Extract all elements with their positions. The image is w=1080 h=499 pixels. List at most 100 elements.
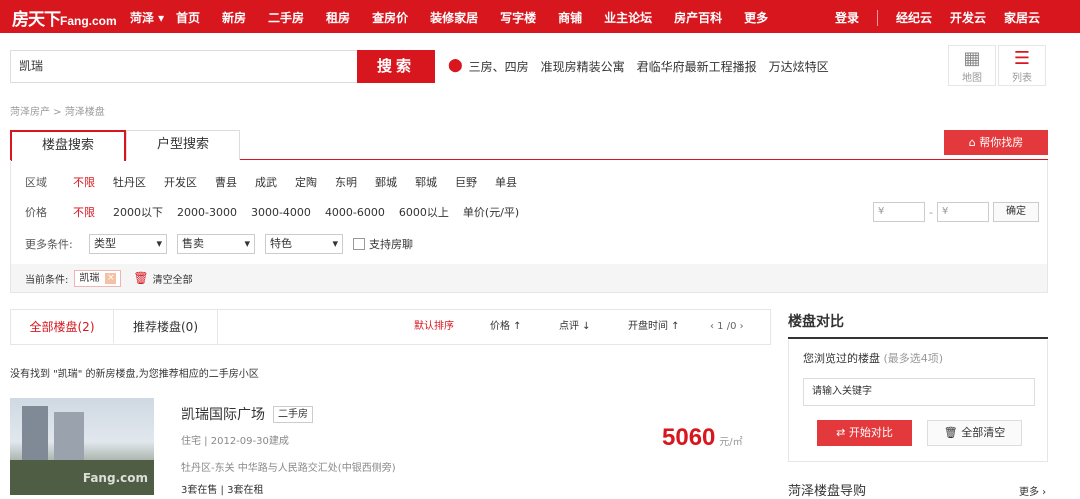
hot-keyword[interactable]: 三房、四房 [469,58,529,75]
area-option[interactable]: 开发区 [164,174,197,190]
clear-compare-button[interactable]: 🗑 全部清空 [927,420,1022,446]
project-price: 5060 元/㎡ [662,424,743,452]
dev-cloud-link[interactable]: 开发云 [950,9,986,26]
area-option[interactable]: 单县 [495,174,517,190]
search-input[interactable]: 凯瑞 [10,50,357,83]
fangliao-checkbox[interactable] [353,238,365,250]
more-filter: 更多条件: 类型 售卖 特色 支持房聊 [25,234,413,254]
nav-item-new-house[interactable]: 新房 [222,9,246,26]
price-option[interactable]: 不限 [73,204,95,220]
nav-item-second-hand[interactable]: 二手房 [268,9,304,26]
project-counts[interactable]: 3套在售 | 3套在租 [181,481,263,496]
price-unit-option[interactable]: 单价(元/平) [463,204,519,220]
price-option[interactable]: 6000以上 [399,204,449,220]
type-select[interactable]: 类型 [89,234,167,254]
price-option[interactable]: 2000以下 [113,204,163,220]
hot-keyword[interactable]: 万达炫特区 [769,58,829,75]
login-link[interactable]: 登录 [835,9,859,26]
right-nav: 登录 经纪云 开发云 家居云 [817,9,1040,26]
area-option[interactable]: 牡丹区 [113,174,146,190]
map-view-button[interactable]: ▦ 地图 [948,45,996,86]
nav-item-shop[interactable]: 商铺 [558,9,582,26]
tab-all-projects[interactable]: 全部楼盘(2) [11,310,114,344]
breadcrumb[interactable]: 菏泽房产 > 菏泽楼盘 [10,103,105,118]
agent-cloud-link[interactable]: 经纪云 [896,9,932,26]
nav-item-more[interactable]: 更多 [744,9,768,26]
condition-tag: 凯瑞 × [74,269,122,287]
tab-recommended[interactable]: 推荐楼盘(0) [114,310,218,344]
price-option[interactable]: 4000-6000 [325,206,385,219]
pager[interactable]: ‹ 1 /0 › [710,310,744,344]
tab-project-search[interactable]: 楼盘搜索 [10,130,126,161]
search-button[interactable]: 搜索 [357,50,435,83]
fangliao-label: 支持房聊 [369,238,413,251]
area-option[interactable]: 不限 [73,174,95,190]
hot-keyword[interactable]: 君临华府最新工程播报 [637,58,757,75]
area-option[interactable]: 定陶 [295,174,317,190]
project-name[interactable]: 凯瑞国际广场 [181,404,265,424]
close-icon[interactable]: × [105,272,117,284]
area-option[interactable]: 东明 [335,174,357,190]
nav-divider [876,10,878,26]
site-logo[interactable]: 房天下Fang.com [12,5,117,30]
top-nav-bar: 房天下Fang.com 菏泽 ▾ 首页 新房 二手房 租房 查房价 装修家居 写… [0,0,1080,33]
compare-hint: (最多选4项) [883,352,944,365]
list-view-button[interactable]: ☰ 列表 [998,45,1046,86]
project-type: 住宅 | 2012-09-30建成 [181,436,289,447]
thumbnail-watermark: Fang.com [82,471,148,485]
price-value: 5060 [662,424,716,451]
map-icon: ▦ [963,48,981,69]
nav-item-home[interactable]: 首页 [176,9,200,26]
area-option[interactable]: 郓城 [415,174,437,190]
condition-tag-label: 凯瑞 [79,272,100,284]
search-row: 凯瑞 搜索 ⬤ 三房、四房 准现房精装公寓 君临华府最新工程播报 万达炫特区 ▦… [0,45,1080,90]
price-label: 价格 [25,206,47,219]
area-label: 区域 [25,176,47,189]
search-tabs: 楼盘搜索 户型搜索 ⌂ 帮你找房 [10,130,1048,161]
sort-default[interactable]: 默认排序 [414,310,454,344]
area-option[interactable]: 巨野 [455,174,477,190]
compare-subtitle: 您浏览过的楼盘 (最多选4项) [803,350,943,366]
area-option[interactable]: 成武 [255,174,277,190]
tab-layout-search[interactable]: 户型搜索 [126,130,240,160]
list-icon: ☰ [1013,48,1031,69]
filter-panel: 区域 不限 牡丹区 开发区 曹县 成武 定陶 东明 鄄城 郓城 巨野 单县 价格… [10,160,1048,293]
price-range-dash: - [929,205,933,219]
guide-more-link[interactable]: 更多 › [1019,483,1046,498]
nav-item-decor[interactable]: 装修家居 [430,9,478,26]
trash-icon[interactable]: 🗑 [133,271,148,285]
sale-select[interactable]: 售卖 [177,234,255,254]
start-compare-button[interactable]: ⇄ 开始对比 [817,420,912,446]
price-filter: 价格 不限 2000以下 2000-3000 3000-4000 4000-60… [25,204,537,220]
feature-select[interactable]: 特色 [265,234,343,254]
sort-score[interactable]: 点评 ↓ [559,310,591,344]
city-selector[interactable]: 菏泽 ▾ [130,9,164,26]
help-find-button[interactable]: ⌂ 帮你找房 [944,130,1048,155]
compare-keyword-input[interactable]: 请输入关键字 [803,378,1035,406]
home-cloud-link[interactable]: 家居云 [1004,9,1040,26]
nav-item-forum[interactable]: 业主论坛 [604,9,652,26]
hot-keyword[interactable]: 准现房精装公寓 [541,58,625,75]
project-thumbnail[interactable]: Fang.com [10,398,154,495]
area-option[interactable]: 鄄城 [375,174,397,190]
main-nav: 首页 新房 二手房 租房 查房价 装修家居 写字楼 商铺 业主论坛 房产百科 更… [176,9,790,26]
no-result-note: 没有找到 "凯瑞" 的新房楼盘,为您推荐相应的二手房小区 [10,369,259,380]
price-confirm-button[interactable]: 确定 [993,202,1039,222]
clear-all-link[interactable]: 清空全部 [153,271,193,286]
price-option[interactable]: 3000-4000 [251,206,311,219]
compare-title: 楼盘对比 [788,311,1048,339]
price-unit: 元/㎡ [719,437,743,448]
sort-open-time[interactable]: 开盘时间 ↑ [628,310,680,344]
price-option[interactable]: 2000-3000 [177,206,237,219]
nav-item-office[interactable]: 写字楼 [500,9,536,26]
area-option[interactable]: 曹县 [215,174,237,190]
compare-subtitle-text: 您浏览过的楼盘 [803,352,880,365]
sort-price[interactable]: 价格 ↑ [490,310,522,344]
nav-item-price[interactable]: 查房价 [372,9,408,26]
price-min-input[interactable]: ¥ [873,202,926,222]
price-max-input[interactable]: ¥ [937,202,989,222]
nav-item-wiki[interactable]: 房产百科 [674,9,722,26]
custom-price-range: ¥ - ¥ 确定 [873,202,1039,222]
hot-keywords: ⬤ 三房、四房 准现房精装公寓 君临华府最新工程播报 万达炫特区 [448,58,841,75]
nav-item-rent[interactable]: 租房 [326,9,350,26]
